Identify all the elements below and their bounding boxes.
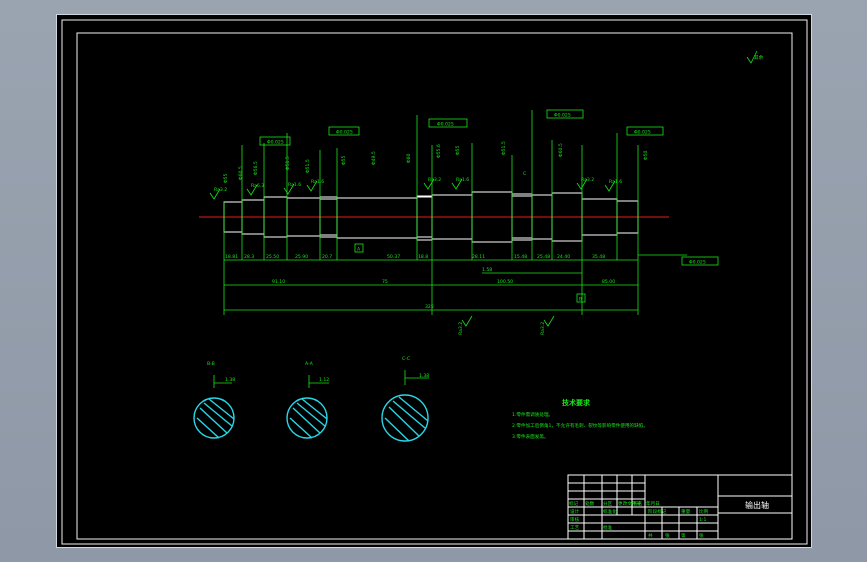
bottom-dimension-text: 18.81 28.3 25.50 25.90 20.7 50.37 18.8 2…	[225, 254, 615, 310]
dia-13: Φ50	[643, 150, 649, 160]
tol-frame-2: Φ0.025	[336, 130, 353, 136]
tech-item-1: 1.零件需调质处理。	[512, 411, 553, 418]
dim-seg-7: 18.8	[418, 254, 428, 260]
dimension-lines	[224, 254, 687, 311]
tb-row-1: 标记	[569, 500, 579, 507]
ra-4: Ra1.6	[311, 179, 324, 185]
tol-frame-5: Φ0.025	[634, 130, 651, 136]
tol-frame-3: Φ0.025	[437, 122, 454, 128]
tb-cell-process: 工艺	[570, 525, 580, 531]
tb-cell-stage: 阶段标记	[648, 508, 667, 515]
dia-11: Φ51.5	[501, 141, 507, 155]
dia-8: Φ60	[406, 153, 412, 163]
section-b: B-B 1.38	[193, 361, 235, 439]
shaft-drawing: 其余 18.81 28.3 25.50 25.90 20.7 50.37 18.…	[61, 19, 808, 545]
datum-markers: A C B	[354, 171, 586, 303]
dim-total-1: 91.10	[272, 279, 285, 285]
section-a: A-A 1.12	[286, 361, 329, 439]
tb-cell-approve: 批准	[603, 524, 613, 531]
datum-b: B	[579, 297, 582, 303]
outer-border	[61, 19, 808, 545]
tb-row-5: 签名	[633, 500, 642, 507]
default-roughness-label: 其余	[754, 54, 764, 61]
dim-seg-6: 50.37	[387, 254, 400, 260]
dia-6: Φ55	[341, 155, 347, 165]
tb-cell-page: 第	[681, 532, 686, 539]
ra-9: Ra3.2	[458, 322, 464, 335]
dim-seg-3: 25.50	[266, 254, 279, 260]
ra-1: Ra3.2	[214, 187, 227, 193]
tb-row-6: 年月日	[646, 500, 660, 507]
tech-heading: 技术要求	[562, 398, 591, 407]
dim-total-4: 85.00	[602, 279, 615, 285]
dim-seg-11: 24.40	[557, 254, 570, 260]
ra-3: Ra1.6	[288, 182, 301, 188]
dia-5: Φ51.5	[305, 159, 311, 173]
dia-2: Φ60.5	[238, 166, 244, 180]
drawing-border	[76, 32, 793, 540]
dia-7: Φ49.5	[371, 151, 377, 165]
dim-total-5: 325	[425, 304, 434, 310]
dia-3: Φ56.5	[253, 161, 259, 175]
tb-cell-total: 共	[648, 532, 653, 539]
dia-12: Φ60.5	[558, 143, 564, 157]
dim-seg-9: 15.48	[514, 254, 527, 260]
ra-5: Ra3.2	[428, 177, 441, 183]
dim-seg-5: 20.7	[322, 254, 332, 260]
tb-cell-scale: 比例	[699, 508, 709, 515]
dia-4: Φ51.5	[285, 156, 291, 170]
tol-frame-1: Φ0.025	[267, 140, 284, 146]
technical-requirements: 技术要求 1.零件需调质处理。 2.零件加工后倒角1，不允许有毛刺、裂纹等影响零…	[512, 398, 648, 440]
ra-6: Ra1.6	[456, 177, 469, 183]
dim-seg-1: 18.81	[225, 254, 238, 260]
section-b-dim: 1.38	[225, 377, 235, 383]
dim-seg-2: 28.3	[244, 254, 254, 260]
dia-1: Φ55	[223, 173, 229, 183]
tech-item-3: 3.零件表面发黑。	[512, 433, 549, 440]
section-c-label: C-C	[402, 356, 410, 362]
drawing-name: 输出轴	[745, 500, 769, 510]
ra-10: Ra3.2	[540, 322, 546, 335]
dim-total-2: 75	[382, 279, 388, 285]
title-block: 标记 处数 分区 更改文件号 签名 年月日 设计 标准化 审核 工艺 阶段标记 …	[567, 474, 793, 540]
ra-7: Ra3.2	[581, 177, 594, 183]
section-a-dim: 1.12	[319, 377, 329, 383]
section-a-label: A-A	[305, 361, 314, 367]
tb-cell-std: 标准化	[603, 508, 617, 515]
dim-seg-10: 25.48	[537, 254, 550, 260]
dia-10: Φ55	[455, 145, 461, 155]
section-c-dim: 1.38	[419, 373, 429, 379]
section-c: C-C 1.38	[381, 356, 429, 442]
dim-total-3: 100.50	[497, 279, 513, 285]
ra-8: Ra1.6	[609, 179, 622, 185]
tol-frame-6: Φ0.025	[689, 260, 706, 266]
tb-row-3: 分区	[603, 500, 613, 507]
cad-viewport[interactable]: 其余 18.81 28.3 25.50 25.90 20.7 50.37 18.…	[56, 14, 812, 548]
tb-cell-sheet: 张	[665, 532, 670, 539]
dia-9: Φ55.6	[436, 144, 442, 158]
extension-lines	[223, 110, 639, 315]
tb-cell-sheet2: 张	[699, 532, 704, 539]
tb-cell-weight: 重量	[681, 508, 691, 515]
tb-cell-review: 审核	[570, 516, 580, 523]
dim-other-1: 1.58	[482, 267, 492, 273]
dim-seg-4: 25.90	[295, 254, 308, 260]
tb-row-2: 处数	[585, 500, 595, 507]
tol-frame-4: Φ0.025	[554, 113, 571, 119]
ra-2: Ra6.3	[251, 183, 264, 189]
tb-cell-design: 设计	[570, 508, 580, 515]
section-b-label: B-B	[207, 361, 215, 367]
tb-scale-value: 1:1	[699, 517, 706, 523]
datum-c: C	[523, 171, 526, 177]
dim-seg-12: 35.48	[592, 254, 605, 260]
tech-item-2: 2.零件加工后倒角1，不允许有毛刺、裂纹等影响零件使用的缺陷。	[512, 422, 648, 429]
default-roughness-mark: 其余	[746, 50, 764, 64]
dim-seg-8: 28.11	[472, 254, 485, 260]
